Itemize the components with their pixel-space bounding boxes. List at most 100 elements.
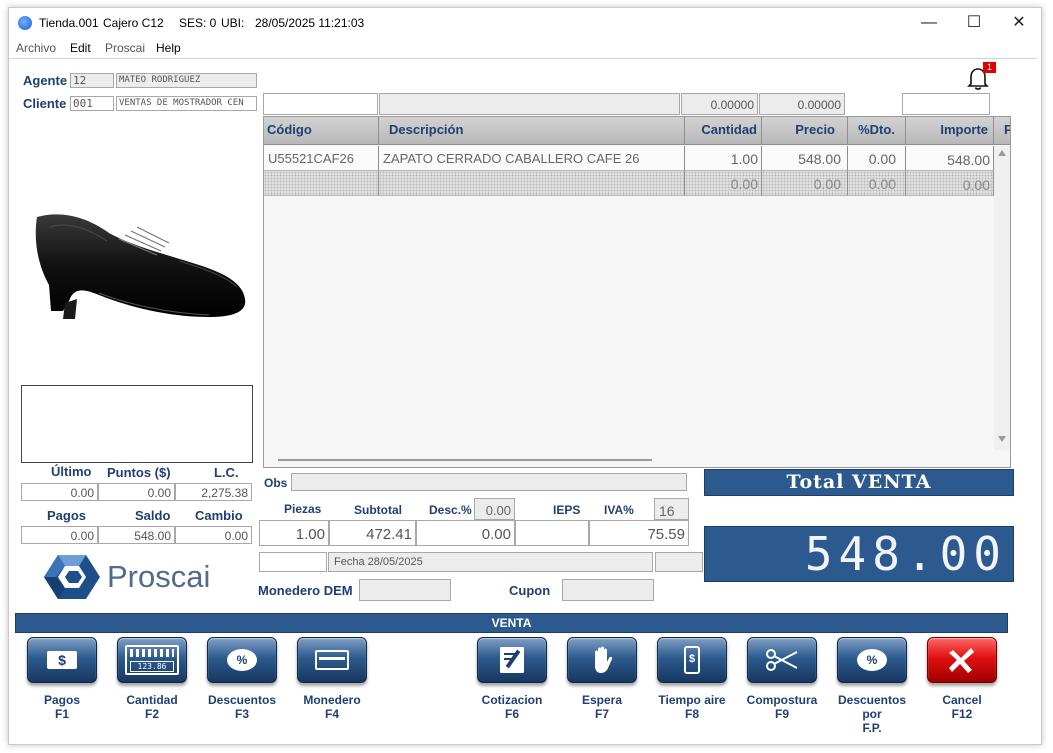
- menu-archivo[interactable]: Archivo: [16, 41, 56, 55]
- subtotal-value: 472.41: [329, 520, 416, 546]
- cotizacion-f6-button[interactable]: Cotizacion F6: [467, 637, 557, 747]
- cell-dto: 0.00: [848, 146, 906, 171]
- cancel-f12-button[interactable]: Cancel F12: [917, 637, 1007, 747]
- pagos-key[interactable]: $: [27, 637, 97, 683]
- cashier-name: Cajero C12: [103, 16, 164, 30]
- descuentos-fp-key[interactable]: %: [837, 637, 907, 683]
- espera-caption: Espera: [581, 693, 623, 707]
- saldo-value: 548.00: [98, 526, 175, 544]
- compostura-caption: Compostura: [746, 693, 818, 707]
- monedero-f4-button[interactable]: Monedero F4: [287, 637, 377, 747]
- cell-codigo: U55521CAF26: [264, 146, 379, 171]
- ieps-label: IEPS: [553, 503, 581, 517]
- scissors-icon: [765, 648, 799, 672]
- title-bar: Tienda.001 Cajero C12 SES: 0 UBI: 28/05/…: [9, 8, 1041, 38]
- iva-value: 75.59: [589, 520, 689, 546]
- close-button[interactable]: ✕: [997, 12, 1041, 36]
- top-value-2: 0.00000: [759, 93, 845, 115]
- cantidad-f2-button[interactable]: 123.86 Cantidad F2: [107, 637, 197, 747]
- grid-vertical-scrollbar[interactable]: [994, 146, 1010, 450]
- fecha-left-field[interactable]: [259, 552, 327, 572]
- product-image: [29, 207, 251, 329]
- fecha-right-field: [655, 552, 703, 572]
- lc-label: L.C.: [214, 465, 239, 480]
- cancel-key[interactable]: [927, 637, 997, 683]
- monedero-key-caption: F4: [324, 707, 339, 721]
- monedero-field[interactable]: [359, 579, 451, 601]
- col-header-descripcion[interactable]: Descripción: [379, 117, 685, 145]
- col-header-cantidad[interactable]: Cantidad: [685, 117, 762, 145]
- descuentos-fp-button[interactable]: % Descuentos por F.P.: [827, 637, 917, 747]
- product-search-input[interactable]: [263, 93, 378, 115]
- cambio-value: 0.00: [175, 526, 252, 544]
- proscai-logo-icon: [44, 553, 100, 601]
- menu-help[interactable]: Help: [156, 41, 181, 55]
- col-header-dto[interactable]: %Dto.: [848, 117, 906, 145]
- pagos-f1-button[interactable]: $ Pagos F1: [17, 637, 107, 747]
- scroll-up-icon[interactable]: [998, 150, 1006, 156]
- ubi-label: UBI:: [221, 16, 245, 30]
- calculator-icon: 123.86: [125, 645, 179, 675]
- menu-proscai[interactable]: Proscai: [105, 41, 145, 55]
- descuentos-fp-key-caption: F.P.: [862, 721, 882, 735]
- descuentos-key[interactable]: %: [207, 637, 277, 683]
- total-value: 548.00: [704, 526, 1014, 582]
- descuentos-f3-button[interactable]: % Descuentos F3: [197, 637, 287, 747]
- col-header-precio[interactable]: Precio: [762, 117, 848, 145]
- tiempo-aire-caption: Tiempo aire: [658, 693, 726, 707]
- subtotal-label: Subtotal: [354, 503, 402, 517]
- cell-cantidad: 0.00: [685, 171, 762, 196]
- cupon-label: Cupon: [509, 583, 551, 598]
- obs-field[interactable]: [291, 473, 687, 491]
- iva-pct-field: 16: [654, 498, 689, 520]
- cotizacion-key-caption: F6: [504, 707, 519, 721]
- top-right-input[interactable]: [902, 93, 990, 115]
- grid-horizontal-scrollbar[interactable]: [278, 459, 652, 461]
- cupon-field[interactable]: [562, 579, 654, 601]
- discount-percent-icon: %: [857, 649, 887, 671]
- client-code-field[interactable]: 001: [70, 96, 114, 111]
- compostura-key-caption: F9: [774, 707, 789, 721]
- tiempo-aire-key[interactable]: $: [657, 637, 727, 683]
- agent-code-field[interactable]: 12: [70, 73, 114, 88]
- pos-client-area: 1 Agente 12 MATEO RODRIGUEZ Cliente 001 …: [9, 58, 1037, 744]
- product-description-field: [379, 93, 680, 115]
- cotizacion-key[interactable]: [477, 637, 547, 683]
- desc-value: 0.00: [416, 520, 515, 546]
- desc-label: Desc.%: [429, 503, 472, 517]
- app-window: Tienda.001 Cajero C12 SES: 0 UBI: 28/05/…: [8, 7, 1042, 745]
- col-header-importe[interactable]: Importe: [906, 117, 994, 145]
- menu-edit[interactable]: Edit: [70, 41, 91, 55]
- pagos-caption: Pagos: [43, 693, 80, 707]
- notification-bell-icon[interactable]: 1: [965, 62, 996, 91]
- store-name: Tienda.001: [39, 16, 99, 30]
- maximize-button[interactable]: ☐: [952, 12, 996, 36]
- ultimo-label: Último: [51, 464, 92, 479]
- col-header-codigo[interactable]: Código: [264, 117, 379, 145]
- tiempo-aire-f8-button[interactable]: $ Tiempo aire F8: [647, 637, 737, 747]
- descuentos-fp-caption: Descuentos por: [837, 693, 907, 721]
- minimize-button[interactable]: —: [907, 12, 951, 36]
- compostura-f9-button[interactable]: Compostura F9: [737, 637, 827, 747]
- espera-f7-button[interactable]: Espera F7: [557, 637, 647, 747]
- cantidad-key[interactable]: 123.86: [117, 637, 187, 683]
- hand-stop-icon: [589, 646, 615, 674]
- espera-key[interactable]: [567, 637, 637, 683]
- compostura-key[interactable]: [747, 637, 817, 683]
- client-name-field: VENTAS DE MOSTRADOR CEN: [116, 96, 257, 111]
- cell-descripcion: [379, 171, 685, 196]
- monedero-key[interactable]: [297, 637, 367, 683]
- iva-label: IVA%: [604, 503, 634, 517]
- proscai-logo-text: Proscai: [107, 559, 211, 594]
- pagos-value: 0.00: [21, 526, 98, 544]
- col-header-p[interactable]: P: [994, 117, 1010, 145]
- puntos-value: 0.00: [98, 483, 175, 501]
- cancel-caption: Cancel: [942, 693, 982, 707]
- puntos-label: Puntos ($): [107, 465, 171, 480]
- monedero-label: Monedero DEM: [258, 583, 353, 598]
- lc-value: 2,275.38: [175, 483, 252, 501]
- scroll-down-icon[interactable]: [998, 436, 1006, 442]
- pagos-key-caption: F1: [54, 707, 69, 721]
- cell-codigo: [264, 171, 379, 196]
- info-panel: [21, 385, 253, 463]
